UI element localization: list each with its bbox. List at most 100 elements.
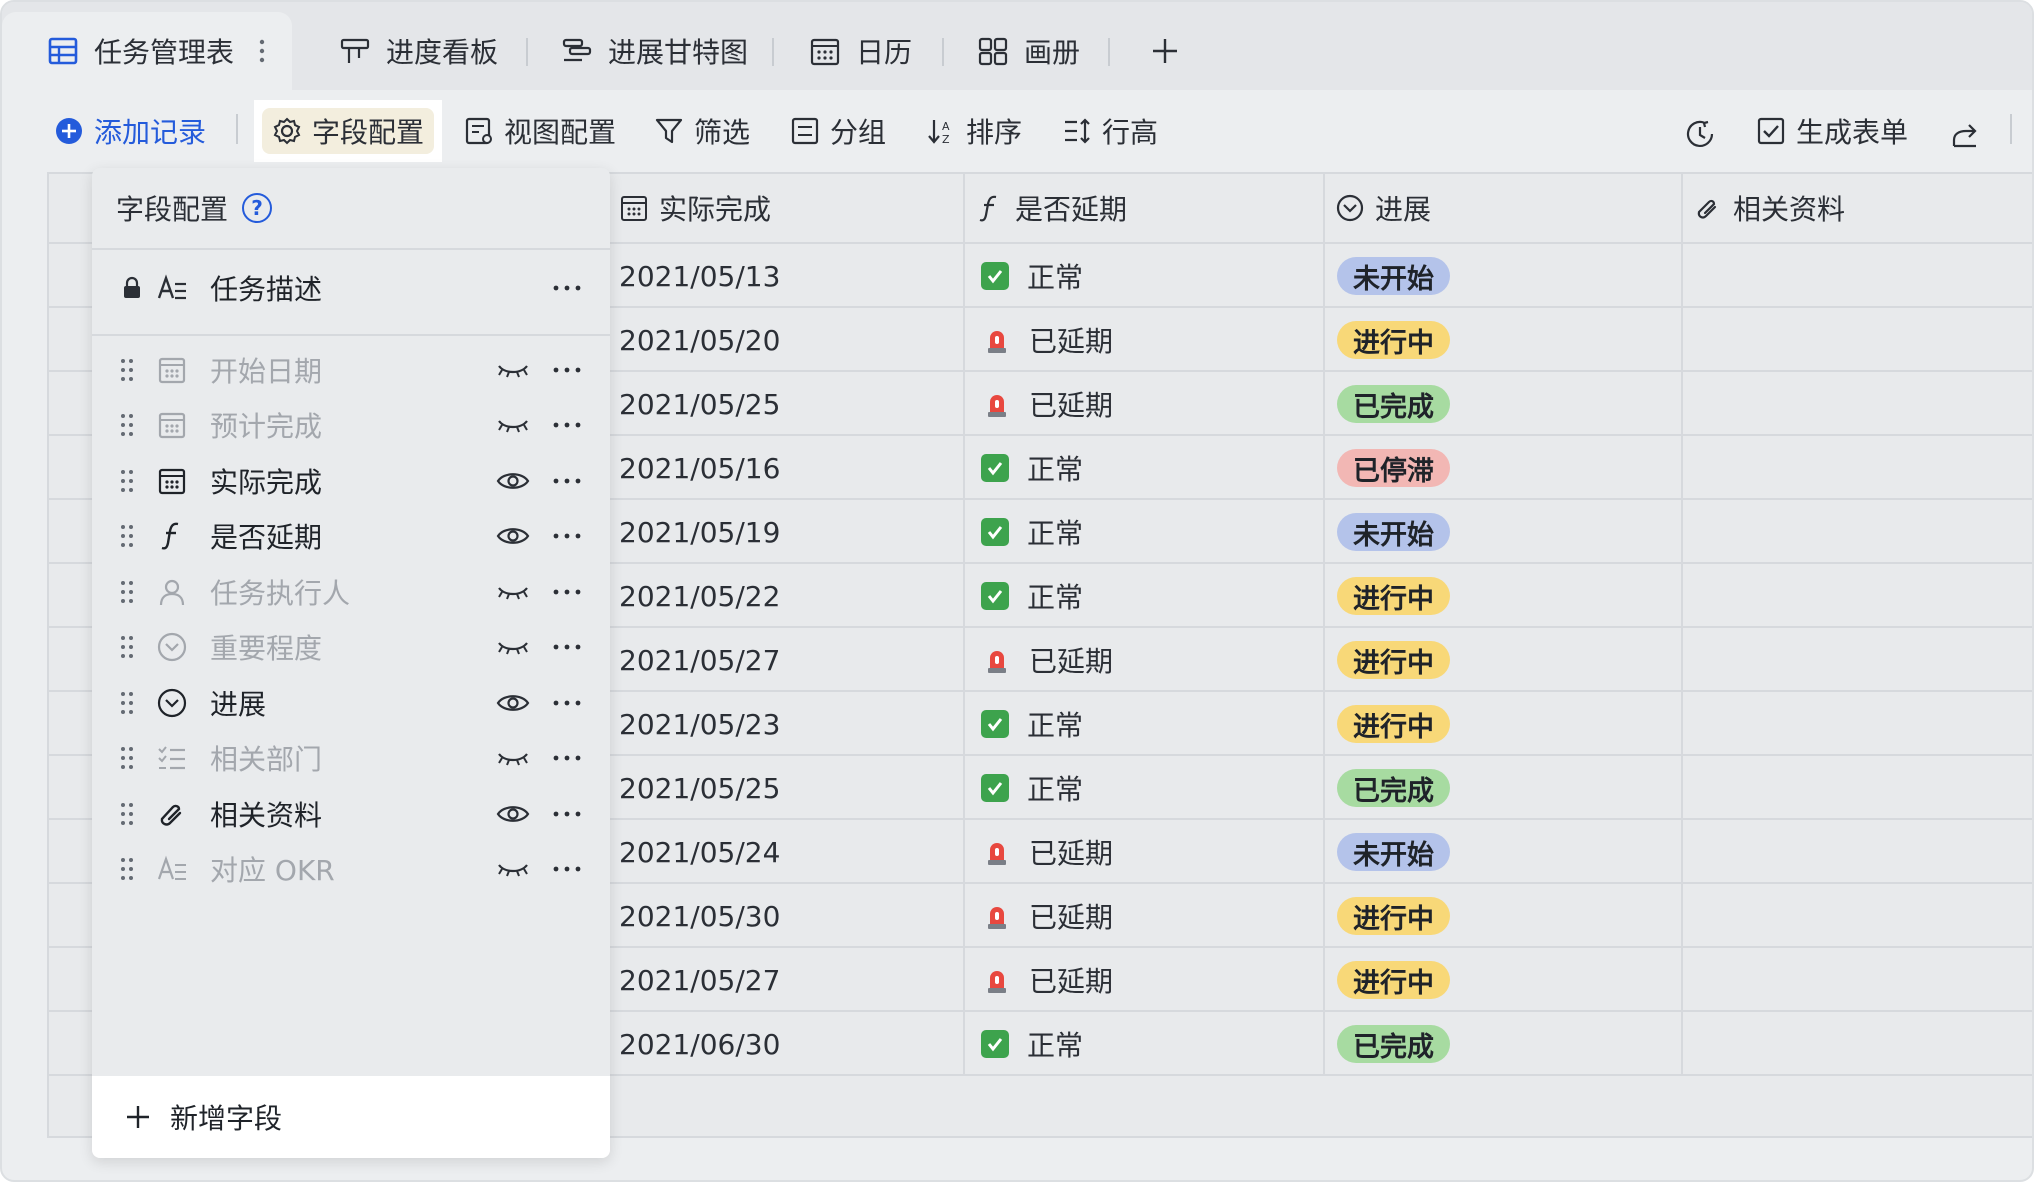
tab-task-table[interactable]: 任务管理表 bbox=[2, 12, 293, 90]
field-config-item[interactable]: 重要程度 bbox=[92, 620, 610, 676]
tab-kanban[interactable]: 进度看板 bbox=[338, 12, 498, 90]
cell-delayed[interactable]: 正常 bbox=[965, 500, 1325, 564]
eye-icon[interactable] bbox=[496, 469, 530, 493]
drag-handle-icon[interactable] bbox=[120, 579, 134, 605]
cell-attachments[interactable] bbox=[1683, 692, 2032, 756]
field-config-item[interactable]: 是否延期 bbox=[92, 509, 610, 565]
cell-progress[interactable]: 已完成 bbox=[1325, 756, 1683, 820]
eye-closed-icon[interactable] bbox=[496, 857, 530, 881]
field-config-item[interactable]: 开始日期 bbox=[92, 342, 610, 398]
cell-actual-done[interactable]: 2021/06/30 bbox=[609, 1012, 965, 1076]
cell-progress[interactable]: 未开始 bbox=[1325, 500, 1683, 564]
drag-handle-icon[interactable] bbox=[120, 801, 134, 827]
help-icon[interactable]: ? bbox=[242, 193, 273, 223]
add-field-button[interactable]: 新增字段 bbox=[92, 1076, 610, 1158]
drag-handle-icon[interactable] bbox=[120, 412, 134, 438]
cell-actual-done[interactable]: 2021/05/16 bbox=[609, 436, 965, 500]
cell-attachments[interactable] bbox=[1683, 756, 2032, 820]
field-config-item[interactable]: 任务执行人 bbox=[92, 564, 610, 620]
eye-icon[interactable] bbox=[496, 524, 530, 548]
cell-attachments[interactable] bbox=[1683, 948, 2032, 1012]
cell-attachments[interactable] bbox=[1683, 628, 2032, 692]
cell-delayed[interactable]: 正常 bbox=[965, 244, 1325, 308]
cell-progress[interactable]: 进行中 bbox=[1325, 692, 1683, 756]
cell-attachments[interactable] bbox=[1683, 820, 2032, 884]
drag-handle-icon[interactable] bbox=[120, 745, 134, 771]
cell-actual-done[interactable]: 2021/05/25 bbox=[609, 756, 965, 820]
cell-progress[interactable]: 未开始 bbox=[1325, 244, 1683, 308]
cell-actual-done[interactable]: 2021/05/25 bbox=[609, 372, 965, 436]
cell-actual-done[interactable]: 2021/05/20 bbox=[609, 308, 965, 372]
kebab-menu-icon[interactable] bbox=[258, 38, 266, 64]
cell-delayed[interactable]: 已延期 bbox=[965, 820, 1325, 884]
eye-closed-icon[interactable] bbox=[496, 635, 530, 659]
cell-progress[interactable]: 未开始 bbox=[1325, 820, 1683, 884]
cell-progress[interactable]: 进行中 bbox=[1325, 308, 1683, 372]
cell-actual-done[interactable]: 2021/05/27 bbox=[609, 628, 965, 692]
field-config-button[interactable]: 字段配置 bbox=[254, 100, 443, 162]
cell-delayed[interactable]: 正常 bbox=[965, 436, 1325, 500]
field-config-item[interactable]: 对应 OKR bbox=[92, 842, 610, 898]
eye-closed-icon[interactable] bbox=[496, 746, 530, 770]
cell-attachments[interactable] bbox=[1683, 244, 2032, 308]
cell-progress[interactable]: 进行中 bbox=[1325, 948, 1683, 1012]
generate-form-button[interactable]: 生成表单 bbox=[1756, 106, 1908, 156]
filter-button[interactable]: 筛选 bbox=[654, 106, 750, 156]
drag-handle-icon[interactable] bbox=[120, 523, 134, 549]
cell-attachments[interactable] bbox=[1683, 564, 2032, 628]
cell-actual-done[interactable]: 2021/05/22 bbox=[609, 564, 965, 628]
more-icon[interactable] bbox=[552, 699, 582, 707]
drag-handle-icon[interactable] bbox=[120, 357, 134, 383]
cell-attachments[interactable] bbox=[1683, 436, 2032, 500]
cell-actual-done[interactable]: 2021/05/30 bbox=[609, 884, 965, 948]
cell-progress[interactable]: 进行中 bbox=[1325, 628, 1683, 692]
drag-handle-icon[interactable] bbox=[120, 634, 134, 660]
cell-progress[interactable]: 已完成 bbox=[1325, 1012, 1683, 1076]
eye-closed-icon[interactable] bbox=[496, 413, 530, 437]
cell-attachments[interactable] bbox=[1683, 1012, 2032, 1076]
cell-attachments[interactable] bbox=[1683, 884, 2032, 948]
cell-actual-done[interactable]: 2021/05/23 bbox=[609, 692, 965, 756]
view-config-button[interactable]: 视图配置 bbox=[464, 106, 616, 156]
more-icon[interactable] bbox=[552, 421, 582, 429]
cell-attachments[interactable] bbox=[1683, 372, 2032, 436]
cell-actual-done[interactable]: 2021/05/24 bbox=[609, 820, 965, 884]
group-button[interactable]: 分组 bbox=[790, 106, 886, 156]
more-icon[interactable] bbox=[552, 477, 582, 485]
field-config-item[interactable]: 预计完成 bbox=[92, 398, 610, 454]
cell-delayed[interactable]: 已延期 bbox=[965, 372, 1325, 436]
more-icon[interactable] bbox=[552, 643, 582, 651]
column-header-actual-done[interactable]: 实际完成 bbox=[609, 174, 965, 244]
more-icon[interactable] bbox=[552, 865, 582, 873]
cell-progress[interactable]: 进行中 bbox=[1325, 564, 1683, 628]
eye-icon[interactable] bbox=[496, 802, 530, 826]
more-icon[interactable] bbox=[552, 532, 582, 540]
share-icon[interactable] bbox=[1950, 120, 1980, 150]
cell-delayed[interactable]: 已延期 bbox=[965, 884, 1325, 948]
row-height-button[interactable]: 行高 bbox=[1062, 106, 1158, 156]
tab-gantt[interactable]: 进展甘特图 bbox=[560, 12, 748, 90]
cell-actual-done[interactable]: 2021/05/13 bbox=[609, 244, 965, 308]
drag-handle-icon[interactable] bbox=[120, 690, 134, 716]
tab-calendar[interactable]: 日历 bbox=[808, 12, 912, 90]
cell-attachments[interactable] bbox=[1683, 308, 2032, 372]
cell-progress[interactable]: 已停滞 bbox=[1325, 436, 1683, 500]
drag-handle-icon[interactable] bbox=[120, 856, 134, 882]
field-config-item[interactable]: 相关部门 bbox=[92, 731, 610, 787]
cell-actual-done[interactable]: 2021/05/27 bbox=[609, 948, 965, 1012]
cell-actual-done[interactable]: 2021/05/19 bbox=[609, 500, 965, 564]
more-icon[interactable] bbox=[552, 366, 582, 374]
sort-button[interactable]: A Z 排序 bbox=[926, 106, 1022, 156]
column-header-delayed[interactable]: 是否延期 bbox=[965, 174, 1325, 244]
field-config-item[interactable]: 进展 bbox=[92, 675, 610, 731]
column-header-progress[interactable]: 进展 bbox=[1325, 174, 1683, 244]
cell-progress[interactable]: 已完成 bbox=[1325, 372, 1683, 436]
eye-closed-icon[interactable] bbox=[496, 358, 530, 382]
history-icon[interactable] bbox=[1684, 118, 1716, 150]
cell-delayed[interactable]: 正常 bbox=[965, 692, 1325, 756]
cell-progress[interactable]: 进行中 bbox=[1325, 884, 1683, 948]
drag-handle-icon[interactable] bbox=[120, 468, 134, 494]
eye-icon[interactable] bbox=[496, 691, 530, 715]
more-icon[interactable] bbox=[552, 284, 582, 292]
column-header-attachments[interactable]: 相关资料 bbox=[1683, 174, 2032, 244]
